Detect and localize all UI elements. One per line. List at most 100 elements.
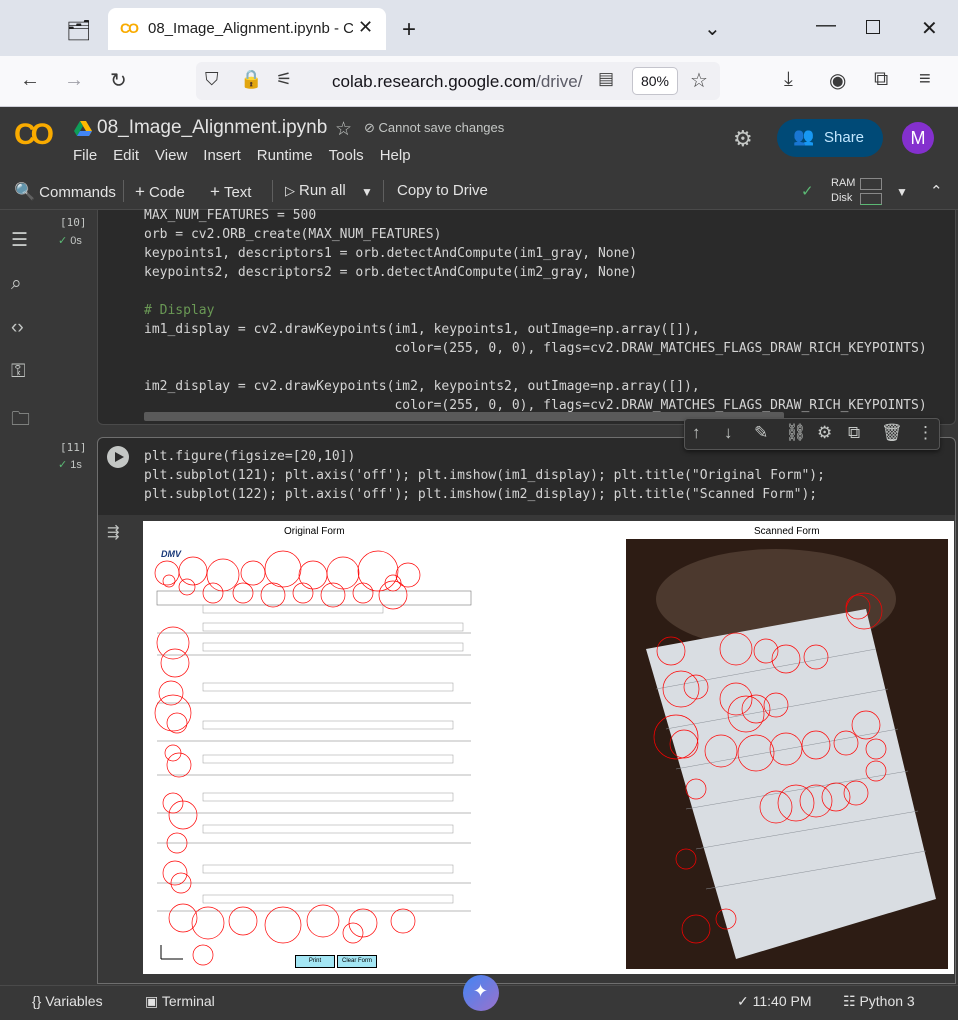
star-icon[interactable]: ☆ <box>335 118 352 141</box>
edit-wand-icon[interactable]: ✎ <box>754 423 768 443</box>
code-line: MAX_NUM_FEATURES = 500 <box>144 208 317 223</box>
reload-icon[interactable]: ↻ <box>110 68 127 93</box>
notebook-title[interactable]: 08_Image_Alignment.ipynb <box>97 117 327 139</box>
braces-icon: {} <box>32 993 42 1009</box>
menu-file[interactable]: File <box>73 147 97 164</box>
minimize-icon[interactable]: — <box>816 14 836 37</box>
add-text-button[interactable]: + Text <box>210 182 251 202</box>
table-of-contents-icon[interactable]: ☰ <box>11 229 28 252</box>
google-drive-icon <box>74 121 92 136</box>
runtime-type[interactable]: ☷ Python 3 <box>843 993 915 1010</box>
menu-insert[interactable]: Insert <box>203 147 241 164</box>
share-button[interactable]: 👥 Share <box>777 119 883 157</box>
scanned-form-image <box>626 539 948 969</box>
cell-settings-icon[interactable]: ⚙ <box>817 423 832 443</box>
maximize-icon[interactable] <box>866 20 880 34</box>
execution-status: ✓ 0s <box>58 235 82 247</box>
menu-view[interactable]: View <box>155 147 187 164</box>
tab-title: 08_Image_Alignment.ipynb - Co <box>148 20 353 37</box>
subplot-title-scanned: Scanned Form <box>754 526 820 537</box>
downloads-icon[interactable]: ⤓ <box>784 68 793 91</box>
terminal-icon: ▣ <box>145 993 159 1009</box>
code-line: keypoints1, descriptors1 = orb.detectAnd… <box>144 246 638 261</box>
disk-meter <box>860 193 882 205</box>
move-down-icon[interactable]: ↓ <box>724 423 733 443</box>
divider <box>272 180 273 202</box>
avatar[interactable]: M <box>902 122 934 154</box>
code-line: plt.subplot(122); plt.axis('off'); plt.i… <box>144 487 818 502</box>
resource-monitor[interactable]: RAM Disk <box>831 176 855 206</box>
permissions-icon[interactable]: ⚟ <box>276 69 292 90</box>
cell-toolbar: ↑ ↓ ✎ ⛓ ⚙ ⧉ 🗑 ⋮ <box>684 418 940 450</box>
menu-bar: File Edit View Insert Runtime Tools Help <box>73 147 427 164</box>
share-label: Share <box>824 129 865 146</box>
back-icon[interactable]: ← <box>20 69 40 92</box>
commands-button[interactable]: 🔍 Commands <box>14 182 116 202</box>
bookmark-star-icon[interactable]: ☆ <box>690 68 708 93</box>
run-cell-button[interactable] <box>107 446 129 468</box>
code-snippets-icon[interactable]: ‹› <box>11 317 24 339</box>
chevron-down-icon[interactable]: ⌄ <box>704 16 721 41</box>
browser-tab[interactable]: CO 08_Image_Alignment.ipynb - Co ✕ <box>108 8 386 50</box>
code-line: im2_display = cv2.drawKeypoints(im2, key… <box>144 379 700 394</box>
close-window-icon[interactable]: ✕ <box>921 16 938 41</box>
menu-runtime[interactable]: Runtime <box>257 147 313 164</box>
code-line: plt.figure(figsize=[20,10]) <box>144 449 356 464</box>
subplot-title-original: Original Form <box>284 526 345 537</box>
settings-gear-icon[interactable]: ⚙ <box>733 126 753 152</box>
output-actions-icon[interactable]: ⇶ <box>107 523 120 541</box>
search-icon: 🔍 <box>14 182 36 201</box>
copy-to-drive-button[interactable]: Copy to Drive <box>397 182 488 199</box>
gemini-button[interactable] <box>463 975 499 1011</box>
matplotlib-figure: Original Form Scanned Form DMV Print Cle… <box>143 521 954 974</box>
url-text[interactable]: colab.research.google.com/drive/ <box>332 72 582 92</box>
server-icon: ☷ <box>843 993 856 1009</box>
account-icon[interactable]: ◉ <box>829 68 846 93</box>
new-tab-icon[interactable]: + <box>402 16 416 44</box>
variables-button[interactable]: {} Variables <box>32 993 103 1009</box>
delete-icon[interactable]: 🗑 <box>881 423 903 443</box>
forward-icon[interactable]: → <box>64 69 84 92</box>
check-icon: ✓ <box>737 993 749 1009</box>
run-all-dropdown-icon[interactable]: ▼ <box>361 185 373 199</box>
lock-icon[interactable]: 🔒 <box>240 69 262 90</box>
code-line: keypoints2, descriptors2 = orb.detectAnd… <box>144 265 638 280</box>
runtime-dropdown-icon[interactable]: ▼ <box>896 185 908 199</box>
run-all-button[interactable]: ▷ Run all <box>285 182 346 199</box>
secrets-key-icon[interactable]: ⚿ <box>11 361 25 383</box>
people-icon: 👥 <box>793 127 815 146</box>
shield-icon[interactable]: ⛉ <box>205 69 219 90</box>
menu-help[interactable]: Help <box>380 147 411 164</box>
zoom-level[interactable]: 80% <box>632 67 678 95</box>
execution-status: ✓ 1s <box>58 459 82 471</box>
terminal-button[interactable]: ▣ Terminal <box>145 993 215 1010</box>
plus-icon: + <box>135 182 145 201</box>
move-up-icon[interactable]: ↑ <box>692 423 701 443</box>
svg-text:DMV: DMV <box>161 549 182 559</box>
find-icon[interactable]: ⌕ <box>11 273 22 295</box>
execution-count: [11] <box>60 441 87 454</box>
collapse-chevron-icon[interactable]: ⌃ <box>930 182 943 200</box>
scanned-form-drawing <box>626 539 948 969</box>
tab-overview-icon[interactable]: 🗂 <box>66 18 91 43</box>
reader-view-icon[interactable]: ▤ <box>598 69 614 89</box>
last-run-status[interactable]: ✓ 11:40 PM <box>737 993 812 1010</box>
link-icon[interactable]: ⛓ <box>785 423 807 443</box>
menu-edit[interactable]: Edit <box>113 147 139 164</box>
ram-label: RAM <box>831 177 856 189</box>
original-form-drawing: DMV <box>154 549 472 966</box>
files-folder-icon[interactable]: 🗀 <box>11 405 30 437</box>
add-code-button[interactable]: + Code <box>135 182 185 202</box>
code-line: plt.subplot(121); plt.axis('off'); plt.i… <box>144 468 825 483</box>
menu-tools[interactable]: Tools <box>329 147 364 164</box>
extensions-icon[interactable]: ⧉ <box>874 68 888 91</box>
code-line: orb = cv2.ORB_create(MAX_NUM_FEATURES) <box>144 227 442 242</box>
divider <box>383 180 384 202</box>
disk-label: Disk <box>831 192 853 204</box>
close-tab-icon[interactable]: ✕ <box>358 17 373 38</box>
colab-logo[interactable]: CO <box>14 118 54 152</box>
mirror-cell-icon[interactable]: ⧉ <box>848 423 860 443</box>
more-vert-icon[interactable]: ⋮ <box>917 423 934 443</box>
menu-icon[interactable]: ≡ <box>919 68 931 91</box>
play-icon: ▷ <box>285 183 295 198</box>
